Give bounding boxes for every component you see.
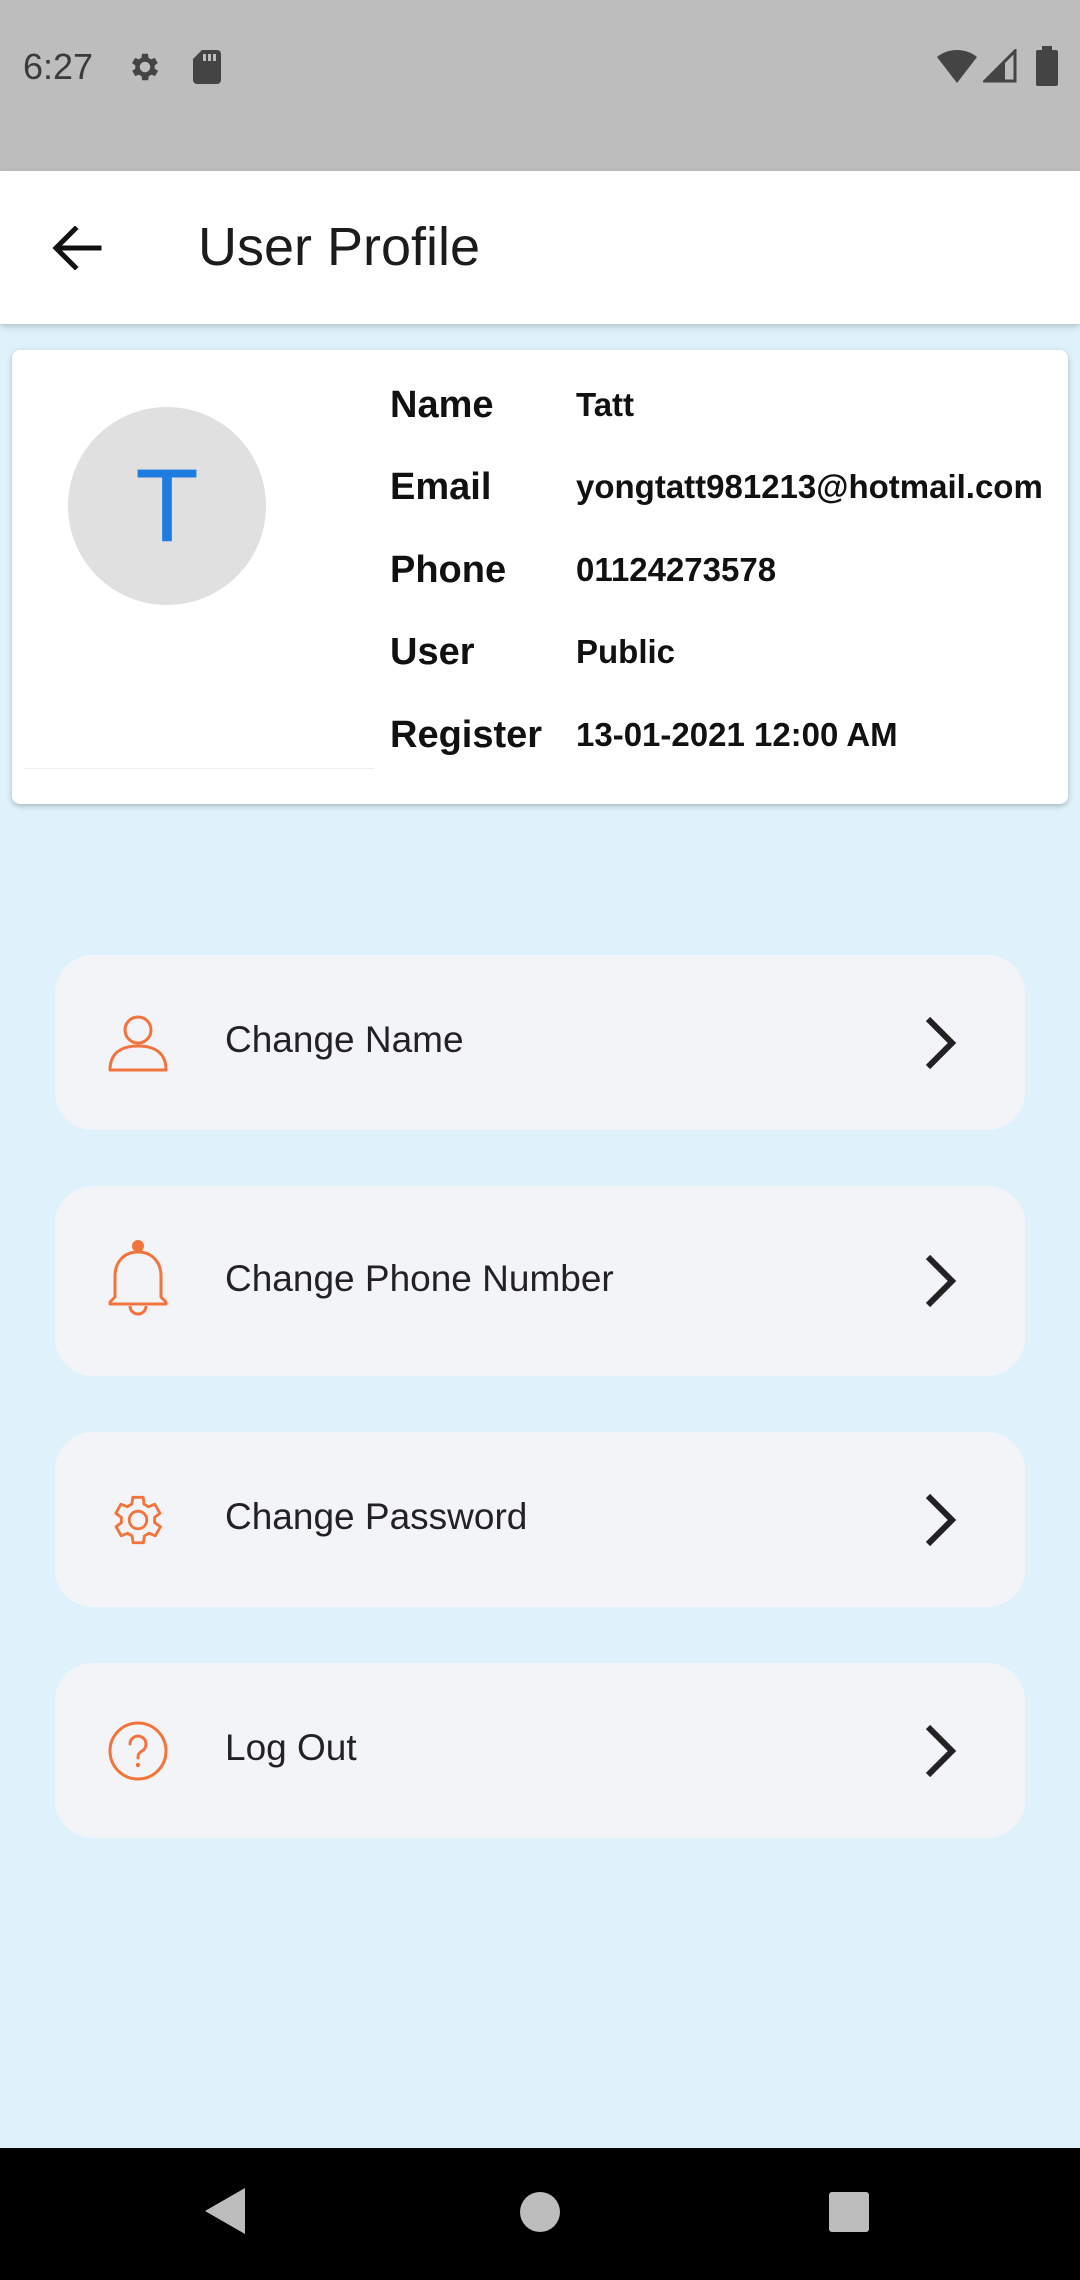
menu-item-label: Change Phone Number (225, 1258, 614, 1299)
user-icon (108, 1015, 168, 1072)
app-bar: User Profile (0, 171, 1080, 324)
profile-label: Phone (390, 549, 507, 591)
status-bar: 6:27 (0, 0, 1080, 171)
bell-icon (108, 1240, 168, 1316)
gear-icon (132, 53, 159, 81)
profile-label: User (390, 631, 475, 673)
battery-icon (1036, 46, 1058, 86)
avatar-divider (24, 768, 374, 769)
recents-square-icon[interactable] (828, 2191, 870, 2233)
profile-value: Public (576, 633, 676, 670)
profile-label: Email (390, 466, 492, 508)
avatar: T (68, 407, 266, 605)
chevron-right-icon (925, 1016, 957, 1070)
avatar-letter: T (135, 448, 199, 564)
help-circle-icon (108, 1721, 168, 1781)
chevron-right-icon (925, 1254, 957, 1308)
chevron-right-icon (925, 1724, 957, 1778)
chevron-right-icon (925, 1493, 957, 1547)
gear-icon (114, 1495, 162, 1545)
navigation-bar (0, 2148, 1080, 2280)
menu-item-label: Change Name (225, 1019, 464, 1060)
log-out-button[interactable]: Log Out (55, 1663, 1025, 1838)
wifi-icon (937, 49, 977, 83)
page-title: User Profile (198, 217, 481, 277)
status-time: 6:27 (23, 46, 94, 87)
change-name-button[interactable]: Change Name (55, 955, 1025, 1130)
profile-value: 13-01-2021 12:00 AM (576, 716, 898, 753)
signal-icon (983, 49, 1017, 83)
profile-value: Tatt (576, 386, 635, 423)
change-phone-number-button[interactable]: Change Phone Number (55, 1186, 1025, 1376)
home-circle-icon[interactable] (519, 2191, 561, 2233)
profile-label: Name (390, 384, 494, 426)
back-button[interactable] (36, 207, 118, 289)
profile-value: 01124273578 (576, 551, 777, 588)
back-triangle-icon[interactable] (203, 2186, 247, 2236)
change-password-button[interactable]: Change Password (55, 1432, 1025, 1607)
profile-card: T Name Tatt Email yongtatt981213@hotmail… (12, 350, 1068, 804)
profile-value: yongtatt981213@hotmail.com (576, 468, 1043, 505)
sd-card-icon (193, 50, 221, 84)
profile-label: Register (390, 714, 543, 756)
arrow-back-icon (52, 226, 102, 270)
menu-item-label: Change Password (225, 1496, 528, 1537)
menu-item-label: Log Out (225, 1727, 357, 1768)
